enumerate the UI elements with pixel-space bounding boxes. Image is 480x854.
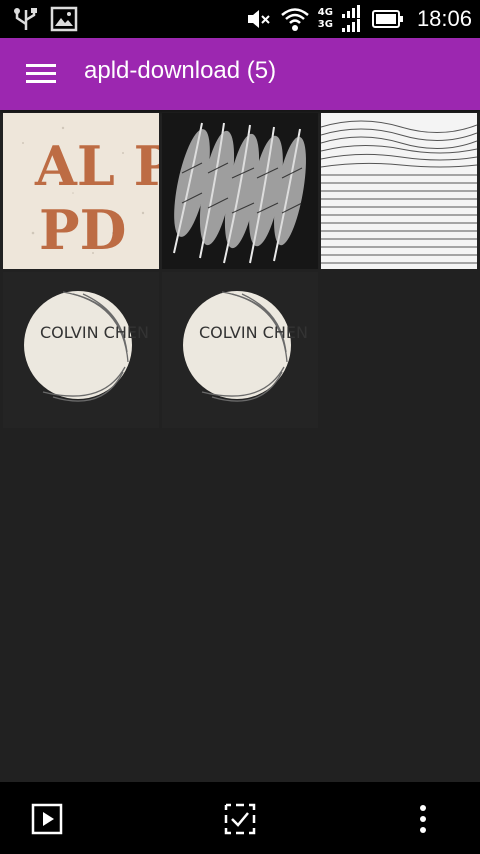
page-title: apld-download (5) (84, 57, 277, 84)
image-notification-icon (50, 6, 78, 32)
wifi-icon (280, 8, 309, 31)
status-time: 18:06 (416, 6, 472, 31)
usb-icon (14, 8, 37, 30)
gallery-item-alpd[interactable]: AL PD PD (3, 113, 159, 269)
gallery-item-colvin-chen-2[interactable]: COLVIN CHEN (162, 272, 318, 428)
network-type: 4G 3G (318, 7, 333, 31)
thumb-text: AL PD (34, 134, 159, 198)
svg-text:PD: PD (39, 198, 126, 262)
select-icon[interactable] (223, 802, 257, 836)
gallery-item-feathers[interactable] (162, 113, 318, 269)
signal-icon (341, 5, 360, 32)
network-4g-label: 4G (317, 7, 333, 18)
bottom-action-bar (0, 782, 480, 854)
more-options-icon[interactable] (406, 802, 440, 836)
slideshow-icon[interactable] (30, 802, 64, 836)
status-bar: 4G 3G 18:06 (0, 0, 480, 38)
gallery-item-colvin-chen-1[interactable]: COLVIN CHEN (3, 272, 159, 428)
gallery-item-wavy-lines[interactable] (321, 113, 477, 269)
network-3g-label: 3G (317, 19, 333, 30)
app-bar: apld-download (5) (0, 38, 480, 110)
mute-icon (247, 10, 270, 28)
thumb-text: COLVIN CHEN (40, 323, 149, 342)
battery-icon (371, 10, 403, 28)
hamburger-menu-icon[interactable] (22, 60, 62, 88)
thumb-text: COLVIN CHEN (199, 323, 308, 342)
